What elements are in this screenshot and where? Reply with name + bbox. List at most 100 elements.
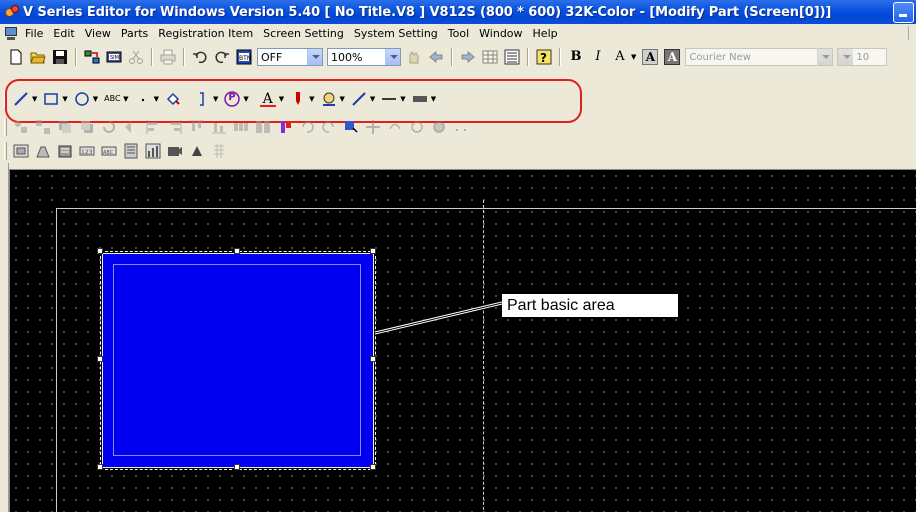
font-color-button[interactable]: A bbox=[612, 49, 628, 65]
print-icon[interactable] bbox=[160, 49, 176, 65]
keypad-part-icon[interactable] bbox=[211, 143, 227, 159]
menu-tool[interactable]: Tool bbox=[448, 27, 469, 40]
menu-edit[interactable]: Edit bbox=[53, 27, 74, 40]
rotate-right-icon[interactable] bbox=[431, 119, 447, 135]
app-icon bbox=[4, 4, 20, 20]
table-part-icon[interactable] bbox=[123, 143, 139, 159]
new-file-icon[interactable] bbox=[8, 49, 24, 65]
redo-icon[interactable] bbox=[214, 49, 230, 65]
cut-icon[interactable] bbox=[128, 49, 144, 65]
text-shadow-icon[interactable]: A bbox=[664, 49, 681, 65]
title-bar[interactable]: V Series Editor for Windows Version 5.40… bbox=[0, 0, 916, 24]
standard-toolbar: SIM BTN OFF 100% ? B I A ▼ A A Courier N… bbox=[0, 46, 916, 68]
font-color-dropdown-icon[interactable]: ▼ bbox=[631, 53, 636, 61]
menu-registration-item[interactable]: Registration Item bbox=[158, 27, 253, 40]
lamp-part-icon[interactable] bbox=[35, 143, 51, 159]
menu-window[interactable]: Window bbox=[479, 27, 522, 40]
toolbar-separator bbox=[151, 48, 153, 66]
align-bottom-icon[interactable] bbox=[211, 119, 227, 135]
menu-screen-setting[interactable]: Screen Setting bbox=[263, 27, 344, 40]
toolbar-grip[interactable] bbox=[4, 142, 7, 160]
parts-toolbar: 123 ABC bbox=[0, 140, 916, 162]
grid-icon[interactable] bbox=[482, 49, 498, 65]
menu-bar: File Edit View Parts Registration Item S… bbox=[0, 24, 916, 43]
font-value: Courier New bbox=[689, 51, 751, 63]
same-size-icon[interactable] bbox=[255, 119, 271, 135]
svg-text:BTN: BTN bbox=[239, 55, 251, 62]
rotate-icon[interactable] bbox=[101, 119, 117, 135]
align-left-icon[interactable] bbox=[145, 119, 161, 135]
send-back-icon[interactable] bbox=[79, 119, 95, 135]
display-mode-icon[interactable]: BTN bbox=[236, 49, 252, 65]
callout-label: Part basic area bbox=[502, 294, 678, 317]
bring-front-icon[interactable] bbox=[57, 119, 73, 135]
bold-button[interactable]: B bbox=[568, 49, 584, 65]
group-icon[interactable] bbox=[13, 119, 29, 135]
callout-leader bbox=[374, 301, 503, 335]
italic-button[interactable]: I bbox=[590, 49, 606, 65]
undo-icon[interactable] bbox=[192, 49, 208, 65]
align-right-icon[interactable] bbox=[167, 119, 183, 135]
svg-text:ABC: ABC bbox=[103, 150, 114, 156]
toolbar-separator bbox=[527, 48, 529, 66]
rotate-left-icon[interactable] bbox=[409, 119, 425, 135]
monitor-icon[interactable] bbox=[3, 26, 19, 41]
toolbar-separator bbox=[75, 48, 77, 66]
character-part-icon[interactable]: ABC bbox=[101, 143, 117, 159]
list-icon[interactable] bbox=[504, 49, 520, 65]
undo-arrange-icon[interactable] bbox=[299, 119, 315, 135]
window-title: V Series Editor for Windows Version 5.40… bbox=[23, 4, 832, 20]
help-icon[interactable]: ? bbox=[536, 49, 552, 65]
screen-canvas[interactable]: Part basic area bbox=[9, 169, 916, 512]
forward-arrow-icon[interactable] bbox=[460, 49, 476, 65]
open-folder-icon[interactable] bbox=[30, 49, 46, 65]
simulator-icon[interactable]: SIM bbox=[106, 49, 122, 65]
chevron-down-icon[interactable] bbox=[817, 49, 833, 65]
font-select[interactable]: Courier New bbox=[685, 48, 834, 66]
distribute-icon[interactable] bbox=[233, 119, 249, 135]
menu-help[interactable]: Help bbox=[533, 27, 558, 40]
message-part-icon[interactable] bbox=[57, 143, 73, 159]
arrange-toolbar bbox=[0, 116, 916, 138]
flip-icon[interactable] bbox=[123, 119, 139, 135]
alarm-part-icon[interactable] bbox=[189, 143, 205, 159]
zoom-value: 100% bbox=[331, 50, 363, 64]
menu-file[interactable]: File bbox=[25, 27, 43, 40]
minimize-button[interactable] bbox=[893, 2, 914, 23]
left-gutter bbox=[0, 163, 9, 512]
font-size-select[interactable]: 10 bbox=[837, 48, 888, 66]
editor-window: V Series Editor for Windows Version 5.40… bbox=[0, 0, 916, 512]
attribute-color-icon[interactable] bbox=[277, 119, 293, 135]
switch-part-icon[interactable] bbox=[13, 143, 29, 159]
ungroup-icon[interactable] bbox=[35, 119, 51, 135]
redo-arrange-icon[interactable] bbox=[321, 119, 337, 135]
zoom-select[interactable]: 100% bbox=[327, 48, 401, 66]
text-box-icon[interactable]: A bbox=[642, 49, 659, 65]
dots-icon[interactable] bbox=[453, 119, 469, 135]
svg-text:?: ? bbox=[540, 51, 547, 65]
move-icon[interactable] bbox=[365, 119, 381, 135]
save-icon[interactable] bbox=[52, 49, 68, 65]
select-pointer-icon[interactable] bbox=[343, 119, 359, 135]
menu-parts[interactable]: Parts bbox=[121, 27, 148, 40]
hand-icon[interactable] bbox=[406, 49, 422, 65]
toolbar-separator bbox=[559, 48, 561, 66]
chevron-down-icon[interactable] bbox=[385, 49, 400, 65]
align-top-icon[interactable] bbox=[189, 119, 205, 135]
graph-part-icon[interactable] bbox=[145, 143, 161, 159]
back-arrow-icon[interactable] bbox=[428, 49, 444, 65]
meter-part-icon[interactable] bbox=[167, 143, 183, 159]
mirror-icon[interactable] bbox=[387, 119, 403, 135]
chevron-down-icon[interactable] bbox=[307, 49, 322, 65]
menu-view[interactable]: View bbox=[85, 27, 111, 40]
display-mode-select[interactable]: OFF bbox=[257, 48, 323, 66]
svg-text:SIM: SIM bbox=[110, 55, 119, 61]
transfer-icon[interactable] bbox=[84, 49, 100, 65]
menu-system-setting[interactable]: System Setting bbox=[354, 27, 438, 40]
toolbar-separator bbox=[183, 48, 185, 66]
chevron-down-icon[interactable] bbox=[838, 49, 854, 65]
menu-grip bbox=[908, 26, 914, 40]
display-mode-value: OFF bbox=[261, 50, 283, 64]
numeric-part-icon[interactable]: 123 bbox=[79, 143, 95, 159]
toolbar-grip[interactable] bbox=[4, 118, 7, 136]
